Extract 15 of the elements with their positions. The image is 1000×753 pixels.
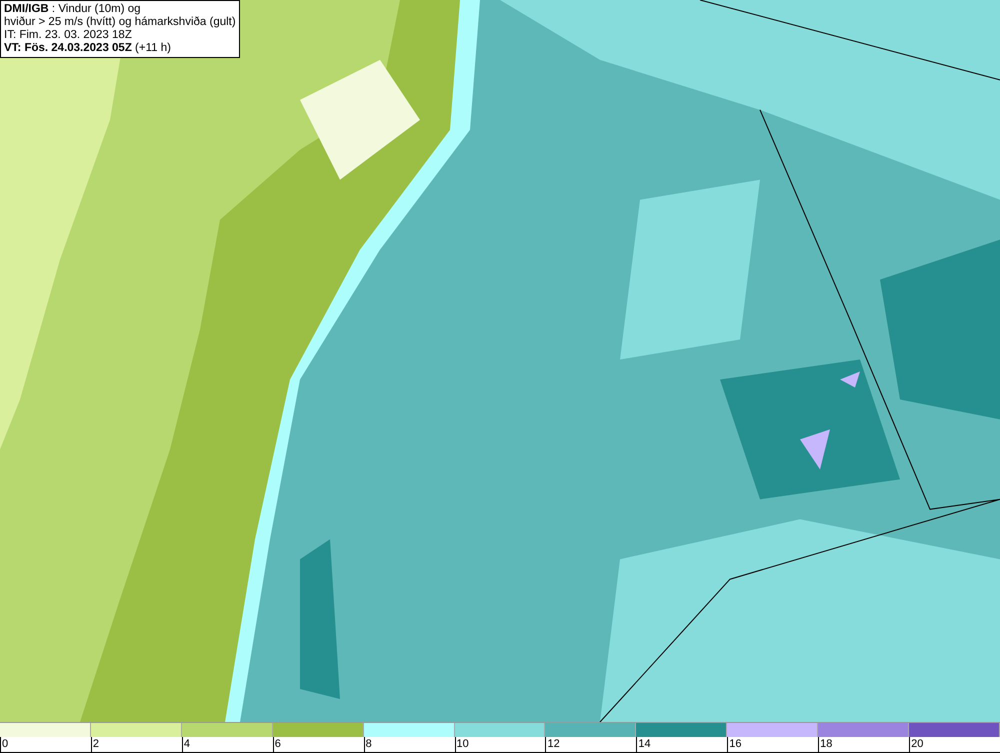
legend-tick-label: 16 — [727, 737, 742, 752]
legend-tick-label: 8 — [364, 737, 372, 752]
legend-tick-label: 18 — [818, 737, 832, 752]
legend-tick-label: 20 — [909, 737, 924, 752]
legend-tick-label: 0 — [0, 737, 8, 752]
title-line: VT: Fös. 24.03.2023 05Z (+11 h) — [4, 42, 172, 55]
title-line: hviður > 25 m/s (hvítt) og hámarkshviða (gult) — [4, 16, 236, 29]
legend-tick-label: 10 — [454, 737, 469, 752]
legend-tick-label: 6 — [272, 737, 281, 752]
title-line: DMI/IGB : Vindur (10m) og — [4, 3, 142, 16]
title-line: IT: Fim. 23. 03. 2023 18Z — [4, 29, 133, 42]
legend-tick-label: 14 — [636, 737, 651, 752]
legend-tick-label: 4 — [182, 737, 190, 752]
legend-tick-label: 2 — [90, 737, 100, 752]
legend-tick-label: 12 — [545, 737, 560, 752]
